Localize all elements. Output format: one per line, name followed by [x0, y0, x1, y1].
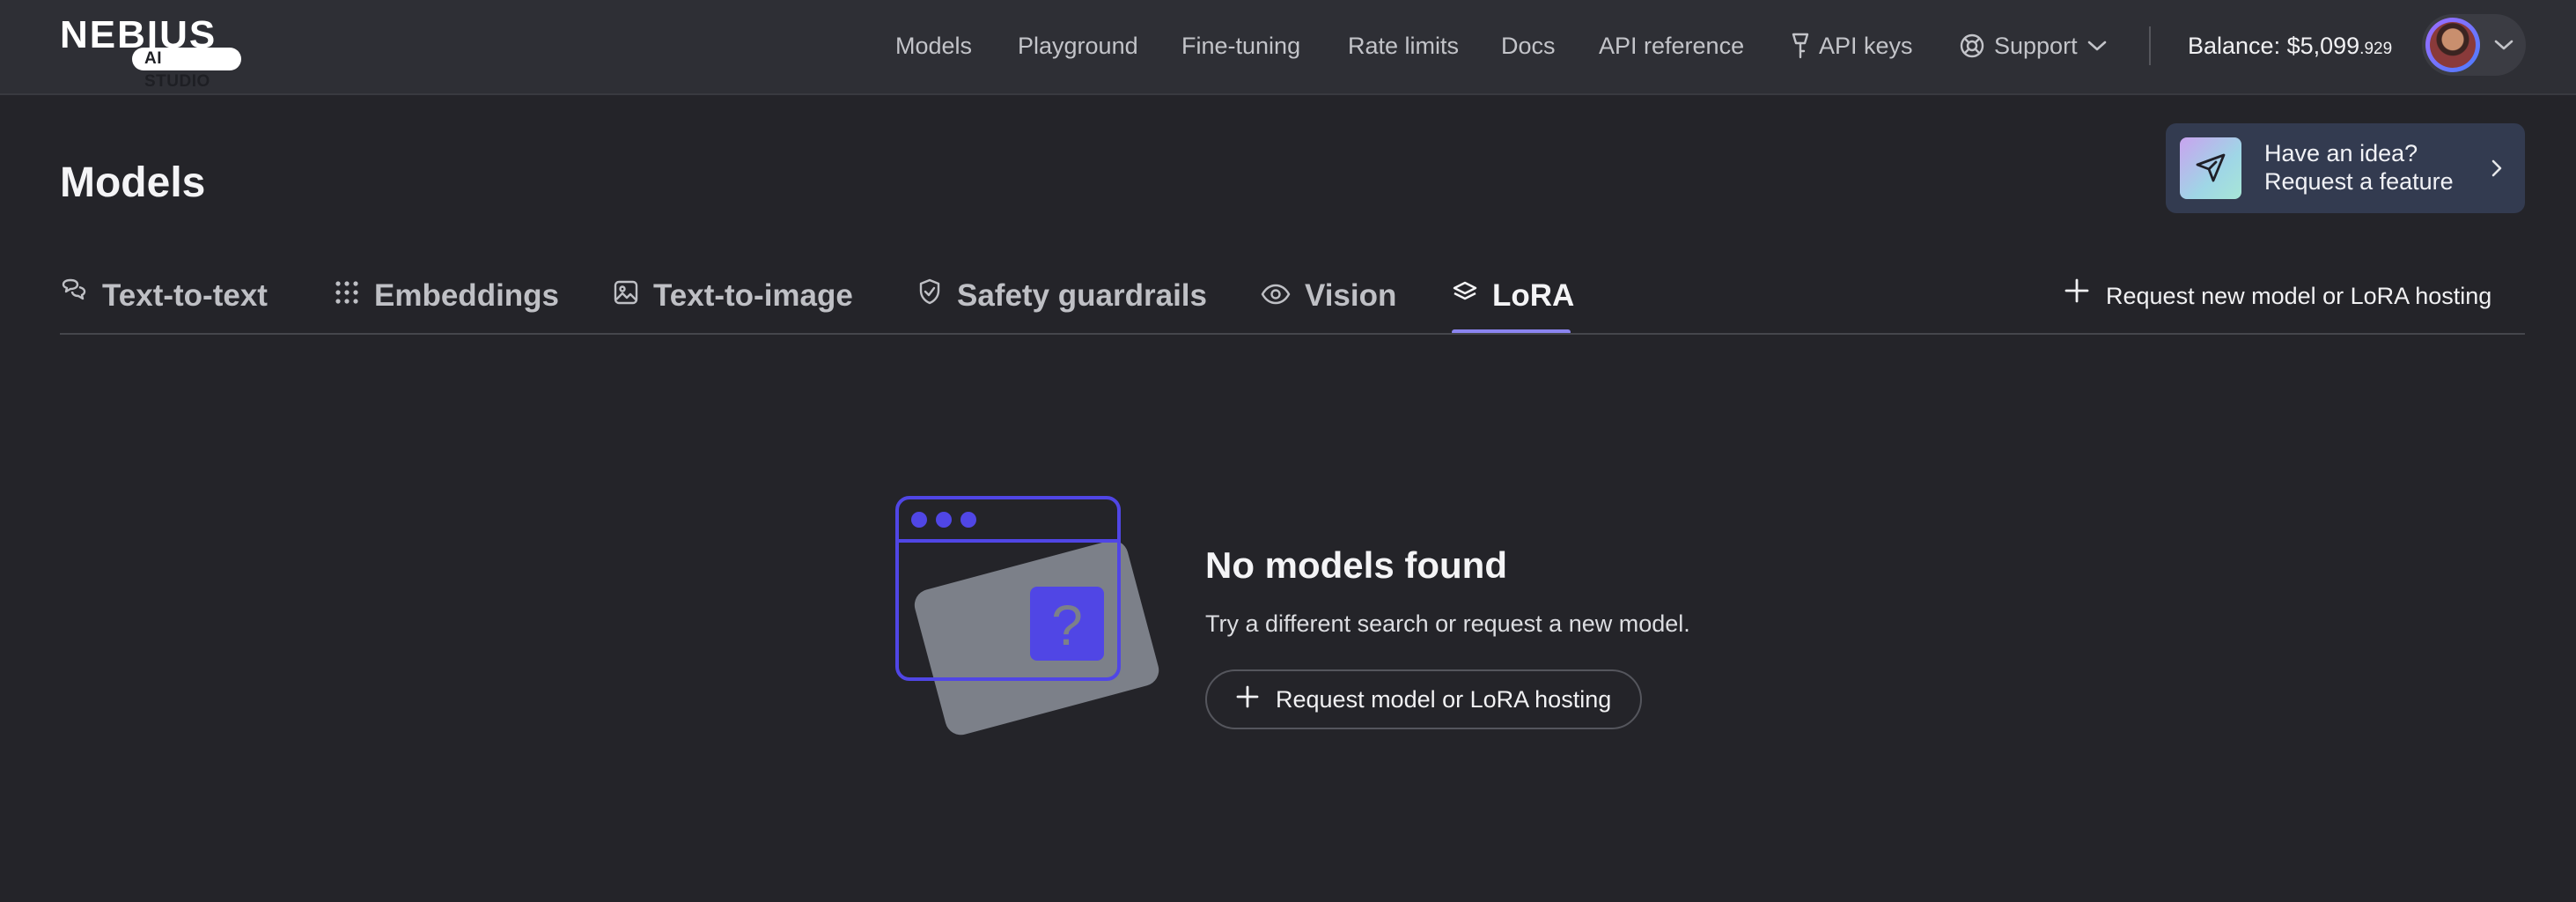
tab-safety-guardrails[interactable]: Safety guardrails	[916, 275, 1207, 317]
tab-label: Text-to-text	[102, 278, 268, 313]
chat-bubbles-icon	[60, 275, 88, 317]
image-icon	[613, 275, 639, 317]
svg-text:?: ?	[1051, 594, 1083, 657]
request-model-label: Request model or LoRA hosting	[1276, 685, 1612, 713]
chevron-right-icon	[2488, 155, 2506, 186]
balance-cents: .929	[2359, 40, 2393, 58]
nav-divider	[2149, 26, 2151, 65]
tab-label: Vision	[1305, 278, 1397, 313]
tabs-divider	[60, 333, 2525, 335]
tab-vision[interactable]: Vision	[1261, 275, 1396, 317]
logo-badge: AI STUDIO	[132, 48, 241, 91]
idea-line-2: Request a feature	[2264, 168, 2454, 195]
chevron-down-icon	[2087, 39, 2108, 53]
nav-docs[interactable]: Docs	[1501, 25, 1556, 67]
request-new-model-label: Request new model or LoRA hosting	[2106, 283, 2492, 309]
nav-fine-tuning[interactable]: Fine-tuning	[1181, 25, 1300, 67]
paper-plane-icon	[2180, 137, 2241, 199]
idea-line-1: Have an idea?	[2264, 140, 2418, 166]
eye-icon	[1261, 275, 1291, 317]
request-feature-card[interactable]: Have an idea? Request a feature	[2166, 123, 2525, 213]
empty-state-title: No models found	[1205, 544, 1507, 586]
grid-dots-icon	[334, 275, 360, 317]
plus-icon	[1235, 684, 1260, 715]
empty-state-illustration: ?	[893, 493, 1162, 742]
avatar	[2425, 18, 2480, 72]
tab-label: Text-to-image	[653, 278, 853, 313]
nav-models[interactable]: Models	[895, 25, 972, 67]
lifebuoy-icon	[1959, 33, 1985, 59]
request-model-button[interactable]: Request model or LoRA hosting	[1205, 669, 1642, 729]
balance-amount: Balance: $5,099	[2188, 33, 2360, 59]
nav-api-keys-label: API keys	[1819, 33, 1913, 59]
tab-label: Embeddings	[374, 278, 560, 313]
tab-embeddings[interactable]: Embeddings	[334, 275, 559, 317]
nav-api-keys[interactable]: API keys	[1791, 25, 1913, 67]
tab-label: LoRA	[1492, 278, 1575, 313]
nav-api-reference[interactable]: API reference	[1599, 25, 1744, 67]
user-menu[interactable]	[2422, 14, 2526, 76]
top-navigation-bar: NEBIUS AI STUDIO Models Playground Fine-…	[0, 0, 2576, 95]
plus-icon	[2064, 275, 2090, 317]
empty-state-subtitle: Try a different search or request a new …	[1205, 610, 1690, 637]
nav-rate-limits[interactable]: Rate limits	[1348, 25, 1459, 67]
tab-lora[interactable]: LoRA	[1452, 275, 1574, 317]
request-new-model-button[interactable]: Request new model or LoRA hosting	[2064, 275, 2491, 317]
nav-support-label: Support	[1994, 33, 2078, 59]
key-icon	[1791, 32, 1810, 60]
nav-support[interactable]: Support	[1959, 25, 2108, 67]
nav-playground[interactable]: Playground	[1018, 25, 1138, 67]
shield-icon	[916, 275, 943, 317]
page-title: Models	[60, 159, 206, 206]
tab-label: Safety guardrails	[957, 278, 1207, 313]
layers-icon	[1452, 275, 1478, 317]
nebius-logo[interactable]: NEBIUS AI STUDIO	[60, 16, 241, 91]
request-feature-text: Have an idea? Request a feature	[2264, 139, 2454, 196]
tab-text-to-image[interactable]: Text-to-image	[613, 275, 853, 317]
tab-text-to-text[interactable]: Text-to-text	[60, 275, 268, 317]
account-balance: Balance: $5,099.929	[2188, 25, 2392, 67]
chevron-down-icon	[2492, 33, 2515, 61]
